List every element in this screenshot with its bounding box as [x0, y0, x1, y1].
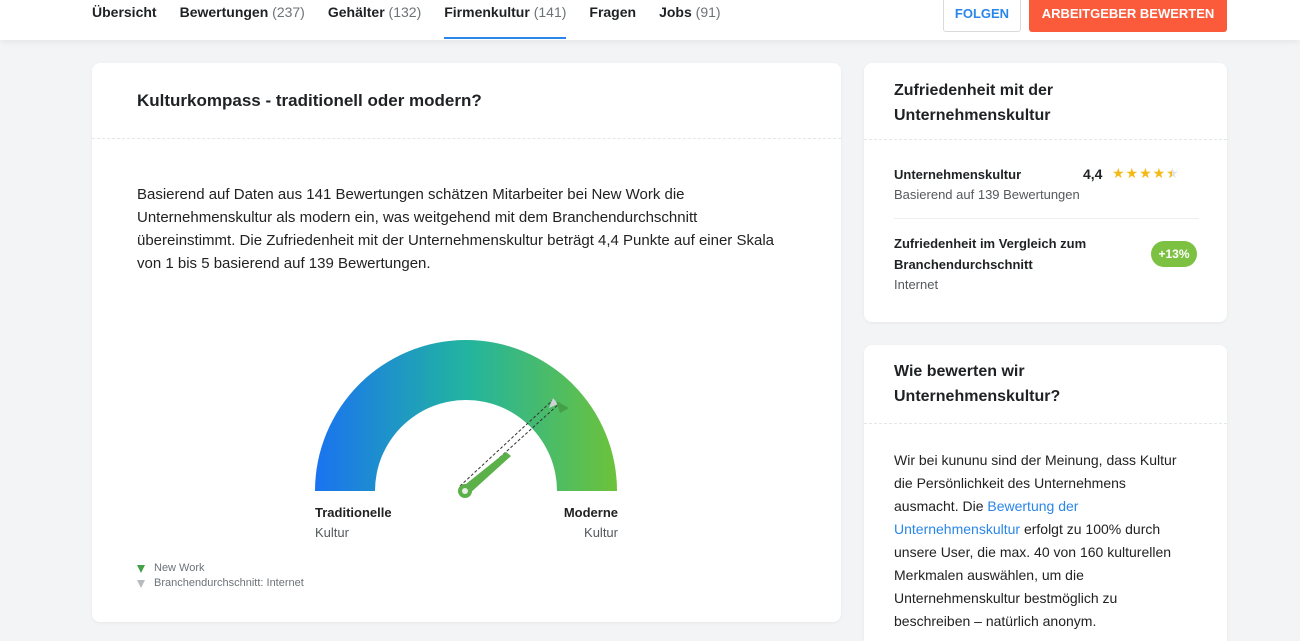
tab-label: Gehälter: [327, 4, 385, 20]
tab-overview[interactable]: Übersicht: [92, 0, 157, 40]
divider: [864, 423, 1227, 424]
culture-compass-card: Kulturkompass - traditionell oder modern…: [92, 63, 841, 622]
tab-count: (91): [695, 4, 721, 20]
divider: [92, 138, 841, 139]
tab-count: (237): [272, 4, 305, 20]
rating-score: 4,4: [1083, 166, 1103, 182]
text-part: erfolgt zu 100% durch unsere User, die m…: [894, 521, 1172, 629]
tab-count: (132): [388, 4, 422, 20]
rate-employer-button[interactable]: ARBEITGEBER BEWERTEN: [1029, 0, 1227, 32]
legend-item-industry: Branchendurchschnitt: Internet: [137, 576, 304, 591]
rating-subtext: Basierend auf 139 Bewertungen: [894, 187, 1080, 202]
culture-gauge: [315, 340, 617, 498]
card-title: Wie bewerten wir Unternehmenskultur?: [894, 363, 1061, 405]
tab-questions[interactable]: Fragen: [589, 0, 636, 40]
legend-label: Branchendurchschnitt: Internet: [154, 577, 304, 589]
tab-count: (141): [533, 4, 567, 20]
modern-label-sub: Kultur: [584, 525, 618, 540]
how-we-rate-card: Wie bewerten wir Unternehmenskultur? Wir…: [864, 345, 1227, 641]
rating-label: Unternehmenskultur: [894, 167, 1022, 182]
how-we-rate-text: Wir bei kununu sind der Meinung, dass Ku…: [894, 449, 1194, 633]
comparison-badge: +13%: [1151, 241, 1197, 267]
culture-satisfaction-card: Zufriedenheit mit der Unternehmenskultur…: [864, 63, 1227, 322]
star-rating-icon: ★★★★★★: [1112, 165, 1180, 181]
modern-label: Moderne Kultur: [517, 503, 618, 543]
legend-label: New Work: [154, 562, 205, 574]
modern-label-bold: Moderne: [563, 505, 618, 520]
tab-salaries[interactable]: Gehälter (132): [328, 0, 421, 40]
traditional-label: Traditionelle Kultur: [315, 503, 392, 543]
follow-button[interactable]: FOLGEN: [943, 0, 1021, 32]
tab-label: Fragen: [589, 4, 637, 20]
tab-jobs[interactable]: Jobs (91): [659, 0, 720, 40]
legend-item-new-work: New Work: [137, 561, 304, 576]
traditional-label-sub: Kultur: [315, 525, 349, 540]
top-navigation: Übersicht Bewertungen (237) Gehälter (13…: [0, 0, 1300, 40]
divider: [864, 139, 1227, 140]
compass-description: Basierend auf Daten aus 141 Bewertungen …: [137, 186, 774, 272]
tab-company-culture[interactable]: Firmenkultur (141): [444, 0, 567, 40]
card-title: Zufriedenheit mit der Unternehmenskultur: [894, 82, 1054, 124]
gauge-legend: New Work Branchendurchschnitt: Internet: [137, 561, 304, 591]
gray-triangle-icon: [137, 579, 145, 588]
divider: [894, 218, 1199, 219]
card-title: Kulturkompass - traditionell oder modern…: [137, 91, 482, 110]
tab-list: Übersicht Bewertungen (237) Gehälter (13…: [92, 0, 744, 40]
traditional-label-bold: Traditionelle: [315, 505, 392, 520]
gauge-arc: [315, 340, 617, 491]
comparison-industry: Internet: [894, 277, 939, 292]
tab-label: Firmenkultur: [444, 4, 530, 20]
tab-label: Jobs: [659, 4, 692, 20]
comparison-label: Zufriedenheit im Vergleich zum Branchend…: [894, 236, 1087, 272]
tab-label: Bewertungen: [179, 4, 269, 20]
tab-reviews[interactable]: Bewertungen (237): [180, 0, 305, 40]
green-triangle-icon: [137, 564, 145, 573]
tab-label: Übersicht: [92, 4, 157, 20]
